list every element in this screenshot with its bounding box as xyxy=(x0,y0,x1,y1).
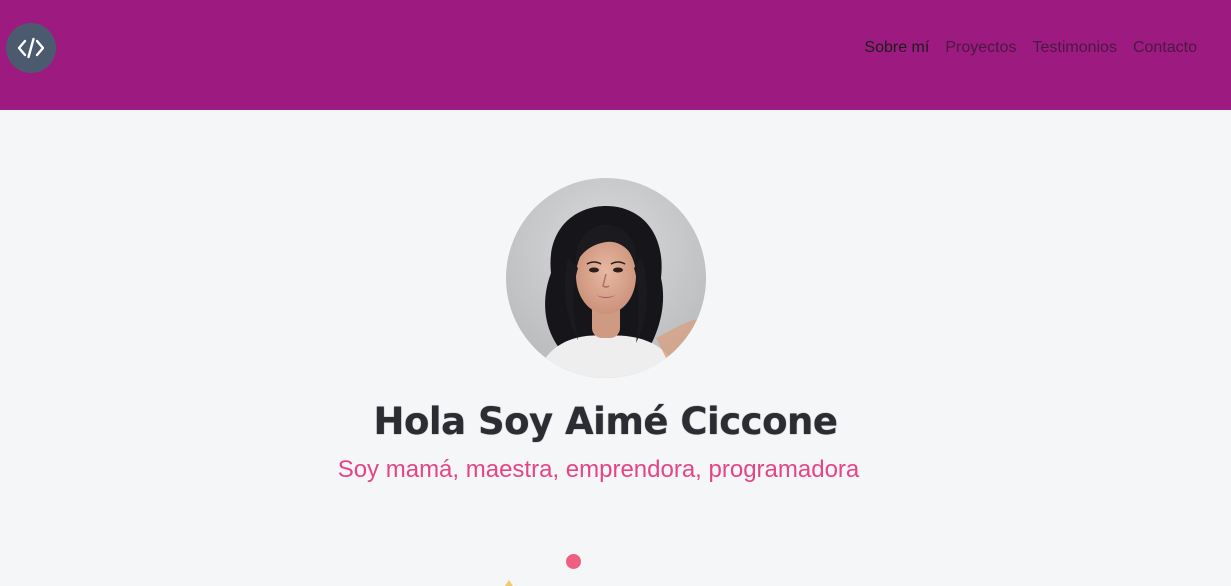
nav-link-sobre-mi[interactable]: Sobre mí xyxy=(864,38,929,58)
nav-link-contacto[interactable]: Contacto xyxy=(1133,38,1197,58)
logo-code-icon[interactable] xyxy=(6,23,56,73)
decorative-dot xyxy=(566,554,581,569)
hero-section: Hola Soy Aimé Ciccone Soy mamá, maestra,… xyxy=(0,110,1231,586)
hero-subtitle: Soy mamá, maestra, emprendora, programad… xyxy=(337,456,860,483)
navbar: Sobre mí Proyectos Testimonios Contacto xyxy=(0,0,1231,110)
decorative-star-icon xyxy=(505,580,513,586)
nav-link-proyectos[interactable]: Proyectos xyxy=(945,38,1016,58)
profile-avatar xyxy=(506,178,706,378)
hero-title: Hola Soy Aimé Ciccone xyxy=(373,400,838,443)
nav-link-testimonios[interactable]: Testimonios xyxy=(1032,38,1116,58)
main-nav: Sobre mí Proyectos Testimonios Contacto xyxy=(864,38,1197,58)
